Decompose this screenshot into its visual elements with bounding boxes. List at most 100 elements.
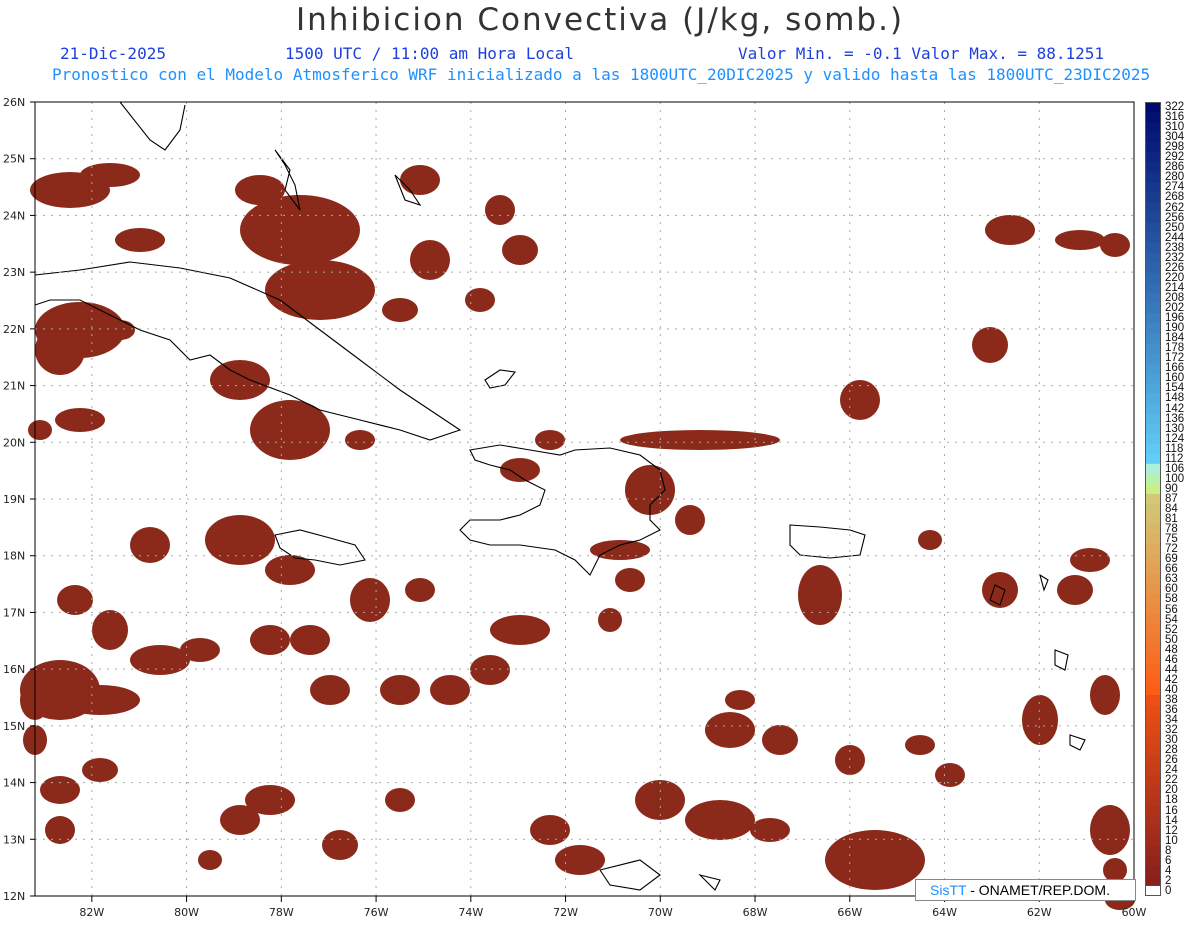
cin-area xyxy=(382,298,418,322)
legend-swatch xyxy=(1145,574,1161,585)
lat-label: 24N xyxy=(3,209,25,222)
cin-area xyxy=(1100,233,1130,257)
legend-swatch xyxy=(1145,725,1161,736)
forecast-date: 21-Dic-2025 xyxy=(60,44,166,63)
legend-swatch xyxy=(1145,483,1161,495)
legend-swatch xyxy=(1145,112,1161,123)
cin-area xyxy=(485,195,515,225)
lat-label: 21N xyxy=(3,380,25,393)
lat-label: 18N xyxy=(3,550,25,563)
legend-swatch xyxy=(1145,313,1161,324)
legend-swatch xyxy=(1145,413,1161,425)
legend-swatch xyxy=(1145,674,1161,686)
lat-label: 13N xyxy=(3,833,25,846)
legend-swatch xyxy=(1145,715,1161,726)
cin-area xyxy=(245,785,295,815)
legend-swatch xyxy=(1145,634,1161,646)
legend-swatch xyxy=(1145,333,1161,344)
legend-swatch xyxy=(1145,272,1161,284)
cin-area xyxy=(322,830,358,860)
cin-area xyxy=(985,215,1035,245)
lat-label: 17N xyxy=(3,606,25,619)
latitude-labels: 26N 25N 24N 23N 22N 21N 20N 19N 18N 17N 16N 15N 14N 1… xyxy=(3,96,35,903)
credit-text: - ONAMET/REP.DOM. xyxy=(970,882,1110,898)
lat-label: 25N xyxy=(3,153,25,166)
cin-area xyxy=(180,638,220,662)
legend-swatch xyxy=(1145,493,1161,505)
cin-area xyxy=(1022,695,1058,745)
legend-swatch xyxy=(1145,102,1161,113)
cin-area xyxy=(835,745,865,775)
cin-area xyxy=(935,763,965,787)
min-max-values: Valor Min. = -0.1 Valor Max. = 88.1251 xyxy=(738,44,1105,63)
coastline xyxy=(599,859,661,891)
legend-swatch xyxy=(1145,303,1161,314)
legend-swatch xyxy=(1145,252,1161,264)
legend-label: 268 xyxy=(1165,191,1185,204)
legend-swatch xyxy=(1145,403,1161,415)
legend-swatch xyxy=(1145,584,1161,595)
cin-area xyxy=(500,458,540,482)
legend-swatch xyxy=(1145,614,1161,626)
legend-swatch xyxy=(1145,544,1161,555)
cin-area xyxy=(105,320,135,340)
lon-label: 76W xyxy=(364,906,389,919)
map-title: Inhibicion Convectiva (J/kg, somb.) xyxy=(295,2,905,38)
cin-area xyxy=(92,610,128,650)
coastlines xyxy=(34,101,1086,891)
legend-swatch xyxy=(1145,323,1161,334)
cin-area xyxy=(290,625,330,655)
legend-label: 0 xyxy=(1165,884,1172,897)
coastline xyxy=(789,524,866,559)
legend-swatch xyxy=(1145,875,1161,887)
legend-swatch xyxy=(1145,182,1161,193)
legend-swatch xyxy=(1145,644,1161,656)
credit-box: SisTT - ONAMET/REP.DOM. xyxy=(915,879,1136,901)
cin-area xyxy=(502,235,538,265)
legend-swatch xyxy=(1145,564,1161,575)
cin-area xyxy=(905,735,935,755)
cin-area xyxy=(57,585,93,615)
cin-shaded-areas xyxy=(20,163,1135,910)
cin-area xyxy=(535,430,565,450)
map-frame xyxy=(34,101,1135,897)
legend-swatch xyxy=(1145,534,1161,545)
lat-label: 22N xyxy=(3,323,25,336)
legend-swatch xyxy=(1145,433,1161,445)
legend-swatch xyxy=(1145,443,1161,455)
lon-label: 60W xyxy=(1122,906,1147,919)
cin-area xyxy=(1090,805,1130,855)
cin-area xyxy=(410,240,450,280)
cin-area xyxy=(918,530,942,550)
grid-lines xyxy=(35,102,1134,896)
cin-area xyxy=(615,568,645,592)
legend-swatch xyxy=(1145,363,1161,374)
color-scale-bar xyxy=(1145,102,1161,896)
legend-swatch xyxy=(1145,172,1161,183)
legend-swatch xyxy=(1145,604,1161,616)
legend-swatch xyxy=(1145,664,1161,676)
cin-area xyxy=(470,655,510,685)
legend-swatch xyxy=(1145,473,1161,485)
legend-swatch xyxy=(1145,775,1161,786)
cin-area xyxy=(620,430,780,450)
coastline xyxy=(1039,573,1049,592)
legend-swatch xyxy=(1145,202,1161,214)
lon-label: 66W xyxy=(837,906,862,919)
legend-swatch xyxy=(1145,282,1161,294)
cin-area xyxy=(705,712,755,748)
lon-label: 72W xyxy=(553,906,578,919)
legend-swatch xyxy=(1145,353,1161,364)
lon-label: 80W xyxy=(174,906,199,919)
cin-area xyxy=(240,195,360,265)
legend-swatch xyxy=(1145,504,1161,515)
legend-swatch xyxy=(1145,795,1161,807)
cin-area xyxy=(80,163,140,187)
cin-area xyxy=(405,578,435,602)
lat-label: 23N xyxy=(3,266,25,279)
legend-swatch xyxy=(1145,514,1161,525)
legend-swatch xyxy=(1145,624,1161,636)
legend-swatch xyxy=(1145,162,1161,173)
cin-area xyxy=(598,608,622,632)
legend-swatch xyxy=(1145,152,1161,163)
